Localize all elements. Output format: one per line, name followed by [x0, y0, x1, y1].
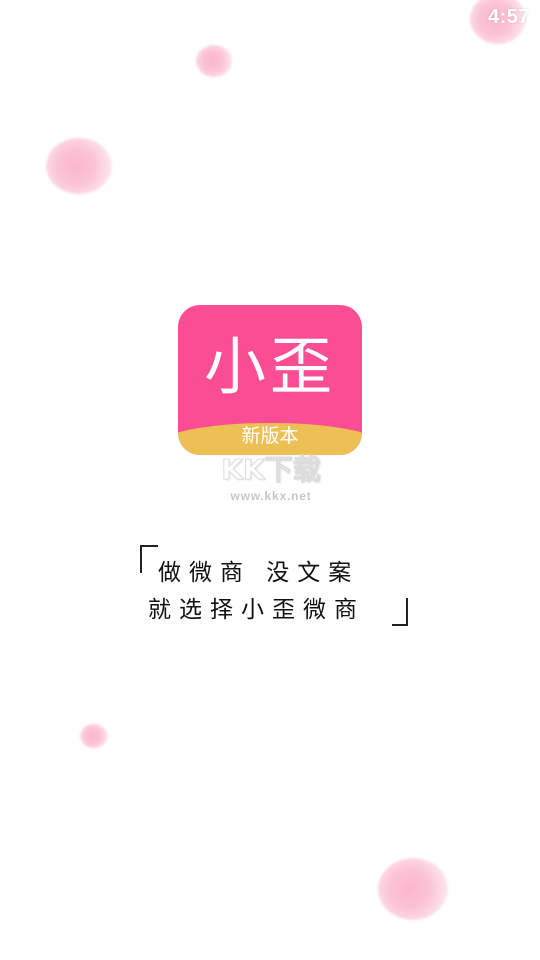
decorative-bubble — [80, 724, 108, 748]
slogan-line-2: 就选择小歪微商 — [148, 597, 365, 623]
watermark: KK下载 www.kkx.net — [206, 453, 336, 504]
decorative-bubble — [196, 45, 232, 77]
decorative-bubble — [46, 138, 112, 194]
watermark-logo: KK下载 — [221, 453, 321, 487]
splash-screen: 4:57 小歪 新版本 KK下载 www.kkx.net 做微商 没文案 就选择… — [0, 0, 540, 960]
slogan-close-bracket — [392, 598, 408, 626]
app-logo-version-label: 新版本 — [241, 425, 299, 447]
watermark-url: www.kkx.net — [230, 489, 312, 503]
decorative-bubble — [378, 858, 448, 920]
status-bar-time: 4:57 — [487, 6, 530, 28]
slogan-open-bracket — [140, 545, 158, 573]
slogan-line-1: 做微商 没文案 — [158, 560, 360, 586]
app-logo-name: 小歪 — [203, 330, 336, 403]
